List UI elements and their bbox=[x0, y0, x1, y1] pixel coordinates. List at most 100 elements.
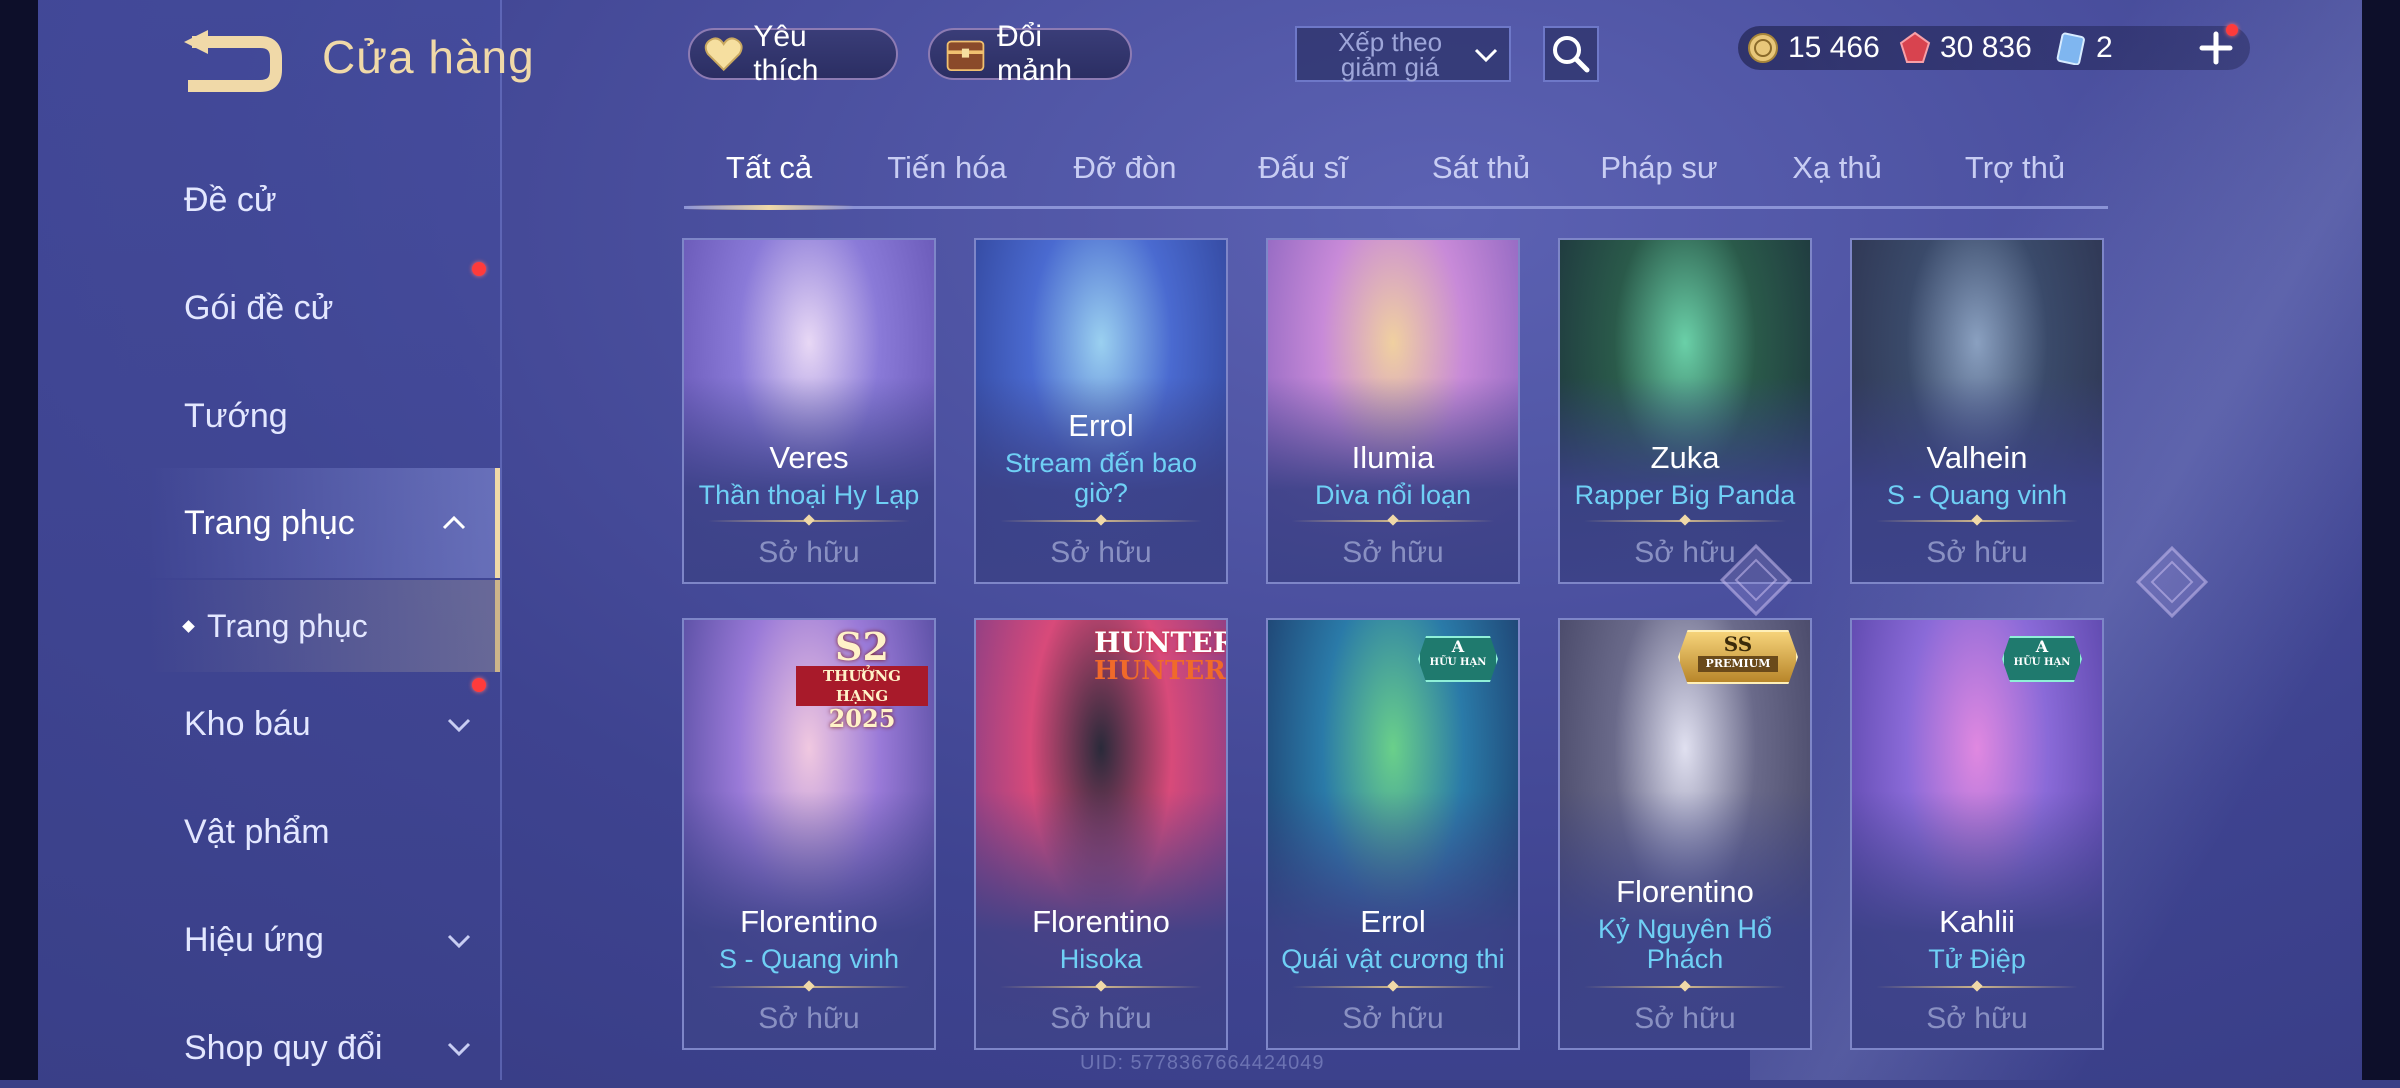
owned-status: Sở hữu bbox=[1634, 1002, 1736, 1035]
exchange-fragments-button[interactable]: Đổi mảnh bbox=[928, 20, 1132, 87]
hero-name: Florentino bbox=[1616, 874, 1754, 909]
skin-card[interactable]: Zuka Rapper Big Panda Sở hữu bbox=[1558, 238, 1812, 584]
sidebar-item-label: Kho báu bbox=[184, 704, 311, 743]
skin-name: S - Quang vinh bbox=[1886, 480, 2068, 510]
tab-support[interactable]: Trợ thủ bbox=[1930, 150, 2100, 186]
chevron-down-icon bbox=[447, 718, 471, 733]
skin-card[interactable]: A HỮU HẠN Kahlii Tử Điệp Sở hữu bbox=[1850, 618, 2104, 1050]
skin-name: Quái vật cương thi bbox=[1281, 944, 1505, 974]
floating-diamond-icon[interactable] bbox=[2134, 544, 2210, 620]
season-reward-badge: S2 THƯỞNG HẠNG 2025 bbox=[796, 628, 928, 732]
skin-card[interactable]: Ilumia Diva nổi loạn Sở hữu bbox=[1266, 238, 1520, 584]
sidebar-item-heroes[interactable]: Tướng bbox=[148, 376, 500, 456]
skin-card[interactable]: A HỮU HẠN Errol Quái vật cương thi Sở hữ… bbox=[1266, 618, 1520, 1050]
tab-label: Tất cả bbox=[725, 150, 813, 185]
hero-name: Zuka bbox=[1650, 440, 1720, 475]
favorites-button[interactable]: Yêu thích bbox=[688, 20, 898, 87]
screen-edge-left bbox=[0, 0, 38, 1080]
owned-status: Sở hữu bbox=[1342, 1002, 1444, 1035]
voucher-balance: 30 836 bbox=[1898, 28, 2032, 68]
tab-mage[interactable]: Pháp sư bbox=[1574, 150, 1744, 186]
hero-name: Ilumia bbox=[1351, 440, 1435, 475]
skin-card[interactable]: SS PREMIUM Florentino Kỷ Nguyên Hổ Phách… bbox=[1558, 618, 1812, 1050]
owned-status: Sở hữu bbox=[1050, 536, 1152, 569]
skin-name: Thần thoại Hy Lạp bbox=[698, 480, 920, 510]
tab-tank[interactable]: Đỡ đòn bbox=[1040, 150, 1210, 186]
badge-mid: THƯỞNG HẠNG bbox=[796, 666, 928, 706]
tab-marksman[interactable]: Xạ thủ bbox=[1752, 150, 1922, 186]
sort-dropdown-label: Xếp theo giảm giá bbox=[1337, 27, 1443, 82]
back-button[interactable] bbox=[148, 22, 298, 112]
sidebar-item-label: Vật phẩm bbox=[184, 812, 330, 851]
sidebar-item-skins[interactable]: Trang phục bbox=[148, 468, 500, 578]
sidebar-subitem-skins[interactable]: Trang phục bbox=[148, 580, 500, 672]
back-arrow-icon bbox=[184, 30, 282, 92]
sidebar-item-items[interactable]: Vật phẩm bbox=[148, 792, 500, 872]
owned-status: Sở hữu bbox=[1926, 536, 2028, 569]
owned-status: Sở hữu bbox=[758, 536, 860, 569]
premium-tier-badge: SS PREMIUM bbox=[1678, 630, 1798, 684]
tab-assassin[interactable]: Sát thủ bbox=[1396, 150, 1566, 186]
ticket-amount: 2 bbox=[2096, 31, 2113, 64]
notification-dot bbox=[472, 262, 486, 276]
sidebar-item-label: Đề cử bbox=[184, 180, 277, 219]
hero-name: Errol bbox=[1068, 408, 1134, 443]
tab-label: Đỡ đòn bbox=[1073, 150, 1177, 185]
screen-edge-right bbox=[2362, 0, 2400, 1080]
badge-mid: HỮU HẠN bbox=[2013, 657, 2071, 668]
chevron-up-icon bbox=[442, 515, 466, 530]
sidebar-item-effects[interactable]: Hiệu ứng bbox=[148, 900, 500, 980]
sidebar-subitem-label: Trang phục bbox=[207, 607, 368, 644]
skin-card[interactable]: S2 THƯỞNG HẠNG 2025 Florentino S - Quang… bbox=[682, 618, 936, 1050]
sidebar-item-treasure[interactable]: Kho báu bbox=[148, 684, 500, 764]
sidebar-item-label: Hiệu ứng bbox=[184, 920, 324, 959]
sort-dropdown[interactable]: Xếp theo giảm giá bbox=[1295, 26, 1511, 82]
floating-diamond-icon[interactable] bbox=[1718, 542, 1794, 618]
skin-name: Rapper Big Panda bbox=[1574, 480, 1796, 510]
sidebar-item-label: Gói đề cử bbox=[184, 288, 334, 327]
chevron-down-icon bbox=[447, 934, 471, 949]
badge-top: SS bbox=[1723, 632, 1753, 656]
gold-coin-icon bbox=[1748, 33, 1778, 63]
hero-name: Florentino bbox=[1032, 904, 1170, 939]
skin-card[interactable]: Errol Stream đến bao giờ? Sở hữu bbox=[974, 238, 1228, 584]
tab-label: Xạ thủ bbox=[1792, 150, 1882, 185]
collab-logo-badge: HUNTER HUNTER bbox=[1094, 628, 1226, 686]
notification-dot bbox=[2226, 24, 2238, 36]
badge-bot: HUNTER bbox=[1094, 656, 1226, 686]
tab-all[interactable]: Tất cả bbox=[684, 150, 854, 186]
tier-badge: A HỮU HẠN bbox=[2002, 636, 2082, 682]
gold-balance: 15 466 bbox=[1746, 28, 1880, 68]
chevron-down-icon bbox=[447, 1042, 471, 1057]
owned-status: Sở hữu bbox=[1050, 1002, 1152, 1035]
heart-icon bbox=[704, 37, 743, 72]
badge-bot: 2025 bbox=[828, 704, 896, 733]
badge-top: S2 bbox=[835, 624, 889, 669]
sidebar-item-label: Shop quy đổi bbox=[184, 1028, 383, 1067]
sidebar-item-recommended[interactable]: Đề cử bbox=[148, 160, 500, 240]
red-gem-icon bbox=[1899, 31, 1931, 63]
search-button[interactable] bbox=[1543, 26, 1599, 82]
hero-name: Veres bbox=[769, 440, 849, 475]
skin-card[interactable]: Veres Thần thoại Hy Lạp Sở hữu bbox=[682, 238, 936, 584]
skin-name: Tử Điệp bbox=[1928, 944, 2026, 974]
skin-name: Kỷ Nguyên Hổ Phách bbox=[1597, 914, 1773, 974]
hero-name: Errol bbox=[1360, 904, 1426, 939]
skin-card[interactable]: Valhein S - Quang vinh Sở hữu bbox=[1850, 238, 2104, 584]
skin-card[interactable]: HUNTER HUNTER Florentino Hisoka Sở hữu bbox=[974, 618, 1228, 1050]
sidebar-item-recommended-packs[interactable]: Gói đề cử bbox=[148, 268, 500, 348]
badge-mid: PREMIUM bbox=[1698, 656, 1778, 672]
tab-label: Đấu sĩ bbox=[1258, 150, 1348, 185]
voucher-amount: 30 836 bbox=[1940, 31, 2032, 64]
tab-label: Sát thủ bbox=[1431, 150, 1531, 185]
owned-status: Sở hữu bbox=[1926, 1002, 2028, 1035]
sidebar-item-exchange-shop[interactable]: Shop quy đổi bbox=[148, 1008, 500, 1088]
badge-mid: HỮU HẠN bbox=[1429, 657, 1487, 668]
favorites-label: Yêu thích bbox=[753, 20, 819, 87]
owned-status: Sở hữu bbox=[758, 1002, 860, 1035]
badge-top: A bbox=[2035, 637, 2049, 656]
owned-status: Sở hữu bbox=[1342, 536, 1444, 569]
tab-fighter[interactable]: Đấu sĩ bbox=[1218, 150, 1388, 186]
ticket-balance: 2 bbox=[2054, 28, 2113, 68]
tab-evolution[interactable]: Tiến hóa bbox=[862, 150, 1032, 186]
